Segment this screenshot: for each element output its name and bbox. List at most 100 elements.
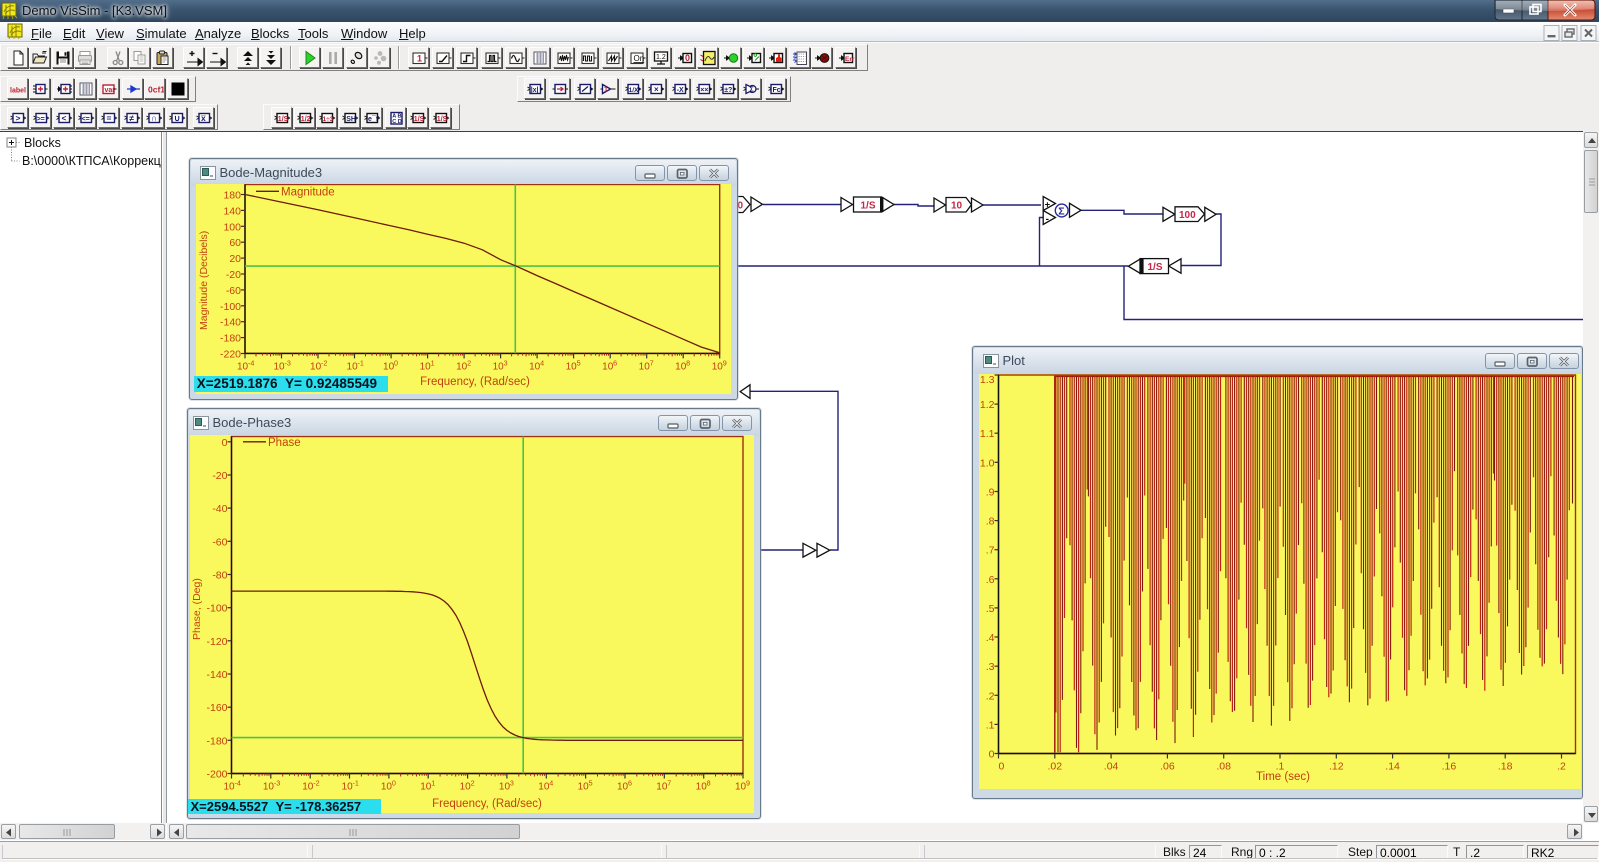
svg-text:7: 7 <box>667 779 671 788</box>
svg-text:.9: .9 <box>985 487 994 499</box>
svg-text:20: 20 <box>229 253 241 265</box>
svg-text:10: 10 <box>529 361 541 372</box>
svg-text:.06: .06 <box>1160 761 1175 773</box>
svg-text:0: 0 <box>392 779 396 788</box>
svg-text:7: 7 <box>650 358 654 367</box>
svg-text:.14: .14 <box>1385 761 1400 773</box>
svg-text:10: 10 <box>420 782 432 793</box>
svg-text:Σ: Σ <box>1058 205 1064 217</box>
svg-text:100: 100 <box>223 221 241 233</box>
svg-text:.04: .04 <box>1103 761 1118 773</box>
svg-text:1/S: 1/S <box>861 201 876 212</box>
svg-text:Time (sec): Time (sec) <box>1256 771 1310 783</box>
svg-text:.08: .08 <box>1216 761 1231 773</box>
svg-text:.16: .16 <box>1441 761 1456 773</box>
svg-text:.4: .4 <box>985 632 994 644</box>
svg-text:1.1: 1.1 <box>979 428 994 440</box>
svg-text:2: 2 <box>471 779 475 788</box>
svg-text:.8: .8 <box>985 516 994 528</box>
svg-text:-4: -4 <box>248 358 254 367</box>
svg-text:1: 1 <box>431 779 435 788</box>
svg-text:.1: .1 <box>985 719 994 731</box>
svg-text:10: 10 <box>381 782 393 793</box>
svg-text:.2: .2 <box>985 690 994 702</box>
svg-text:3: 3 <box>504 358 508 367</box>
svg-text:.2: .2 <box>1557 761 1566 773</box>
svg-text:5: 5 <box>589 779 593 788</box>
svg-text:10: 10 <box>383 361 395 372</box>
svg-text:-1: -1 <box>358 358 364 367</box>
svg-text:10: 10 <box>566 361 578 372</box>
svg-text:0: 0 <box>394 358 398 367</box>
svg-text:-80: -80 <box>212 570 227 582</box>
svg-text:0: 0 <box>988 749 994 761</box>
svg-text:10: 10 <box>302 782 314 793</box>
svg-text:10: 10 <box>420 361 432 372</box>
svg-text:9: 9 <box>723 358 727 367</box>
svg-text:Magnitude (Decibels): Magnitude (Decibels) <box>198 231 210 330</box>
svg-text:-40: -40 <box>212 503 227 515</box>
svg-text:+: + <box>1045 199 1051 210</box>
svg-text:10: 10 <box>578 782 590 793</box>
svg-text:-100: -100 <box>206 603 227 615</box>
svg-text:-220: -220 <box>220 349 241 361</box>
svg-text:10: 10 <box>456 361 468 372</box>
svg-text:Phase, (Deg): Phase, (Deg) <box>191 578 203 640</box>
svg-text:10: 10 <box>696 782 708 793</box>
svg-text:1.2: 1.2 <box>979 399 994 411</box>
svg-text:-3: -3 <box>274 779 280 788</box>
svg-text:10: 10 <box>224 782 236 793</box>
svg-text:0: 0 <box>998 761 1004 773</box>
svg-text:10: 10 <box>675 361 687 372</box>
svg-text:10: 10 <box>735 782 747 793</box>
svg-text:10: 10 <box>274 361 286 372</box>
svg-text:10: 10 <box>538 782 550 793</box>
svg-text:4: 4 <box>549 779 553 788</box>
svg-text:-1: -1 <box>353 779 359 788</box>
svg-text:10: 10 <box>342 782 354 793</box>
svg-text:10: 10 <box>639 361 651 372</box>
svg-text:10: 10 <box>712 361 724 372</box>
svg-text:-20: -20 <box>226 269 241 281</box>
svg-text:-100: -100 <box>220 301 241 313</box>
svg-text:60: 60 <box>229 237 241 249</box>
svg-text:10: 10 <box>656 782 668 793</box>
svg-text:Frequency, (Rad/sec): Frequency, (Rad/sec) <box>432 798 542 810</box>
svg-text:-: - <box>1046 214 1049 225</box>
svg-text:10: 10 <box>493 361 505 372</box>
svg-text:10: 10 <box>237 361 249 372</box>
svg-text:-180: -180 <box>206 735 227 747</box>
svg-text:10: 10 <box>263 782 275 793</box>
svg-text:6: 6 <box>613 358 617 367</box>
svg-text:6: 6 <box>628 779 632 788</box>
svg-text:.18: .18 <box>1497 761 1512 773</box>
svg-text:Magnitude: Magnitude <box>281 187 335 199</box>
svg-text:1.3: 1.3 <box>979 374 994 386</box>
svg-text:-200: -200 <box>206 769 227 781</box>
svg-text:.02: .02 <box>1047 761 1062 773</box>
svg-text:1/S: 1/S <box>1148 262 1163 273</box>
svg-text:.5: .5 <box>985 603 994 615</box>
svg-text:-140: -140 <box>220 317 241 329</box>
svg-text:-20: -20 <box>212 470 227 482</box>
svg-text:0: 0 <box>222 437 228 449</box>
svg-text:Phase: Phase <box>268 437 301 449</box>
svg-text:-3: -3 <box>285 358 291 367</box>
svg-text:-160: -160 <box>206 702 227 714</box>
svg-text:9: 9 <box>746 779 750 788</box>
svg-text:0: 0 <box>738 201 744 212</box>
svg-text:-60: -60 <box>226 285 241 297</box>
svg-text:100: 100 <box>1179 210 1196 221</box>
svg-text:10: 10 <box>460 782 472 793</box>
svg-text:10: 10 <box>617 782 629 793</box>
svg-text:1.0: 1.0 <box>979 457 994 469</box>
svg-text:Frequency, (Rad/sec): Frequency, (Rad/sec) <box>420 376 530 388</box>
svg-text:-4: -4 <box>235 779 241 788</box>
svg-text:1: 1 <box>431 358 435 367</box>
svg-text:8: 8 <box>707 779 711 788</box>
svg-text:-2: -2 <box>313 779 319 788</box>
svg-text:10: 10 <box>951 201 963 212</box>
svg-text:8: 8 <box>686 358 690 367</box>
svg-text:140: 140 <box>223 205 241 217</box>
svg-text:.12: .12 <box>1328 761 1343 773</box>
